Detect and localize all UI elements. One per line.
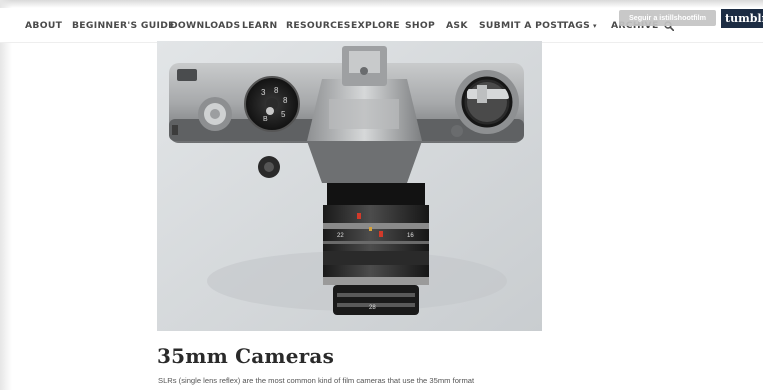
svg-text:22: 22 <box>337 233 344 239</box>
camera-illustration: 3 8 8 5 B 22 16 28 <box>157 41 542 331</box>
svg-text:8: 8 <box>283 96 288 105</box>
svg-text:8: 8 <box>274 86 279 95</box>
post-image-camera: 3 8 8 5 B 22 16 28 <box>157 41 542 331</box>
nav-item-explore[interactable]: EXPLORE <box>351 20 400 31</box>
svg-text:B: B <box>263 116 268 123</box>
browser-shadow-left <box>0 0 12 390</box>
nav-item-about[interactable]: ABOUT <box>25 20 62 31</box>
nav-item-learn[interactable]: LEARN <box>242 20 278 31</box>
post-title: 35mm Cameras <box>157 344 335 368</box>
nav-item-shop[interactable]: SHOP <box>405 20 435 31</box>
nav-item-tags-label: TAGS <box>562 20 591 31</box>
nav-item-tags[interactable]: TAGS ▾ <box>562 20 597 31</box>
nav-item-downloads[interactable]: DOWNLOADS <box>170 20 240 31</box>
tumblr-logo-button[interactable]: tumblr <box>721 9 763 28</box>
svg-text:5: 5 <box>281 110 286 119</box>
nav-item-resources[interactable]: RESOURCES <box>286 20 351 31</box>
svg-text:16: 16 <box>407 233 414 239</box>
tumblr-follow-button[interactable]: Seguir a istillshootfilm <box>619 10 716 26</box>
nav-item-beginners-guide[interactable]: BEGINNER'S GUIDE <box>72 20 175 31</box>
svg-text:3: 3 <box>261 88 266 97</box>
chevron-down-icon: ▾ <box>593 22 597 30</box>
nav-item-submit-a-post[interactable]: SUBMIT A POST <box>479 20 564 31</box>
post-excerpt: SLRs (single lens reflex) are the most c… <box>158 376 475 385</box>
nav-item-ask[interactable]: ASK <box>446 20 468 31</box>
browser-shadow-top <box>0 0 763 8</box>
svg-text:28: 28 <box>369 305 376 311</box>
